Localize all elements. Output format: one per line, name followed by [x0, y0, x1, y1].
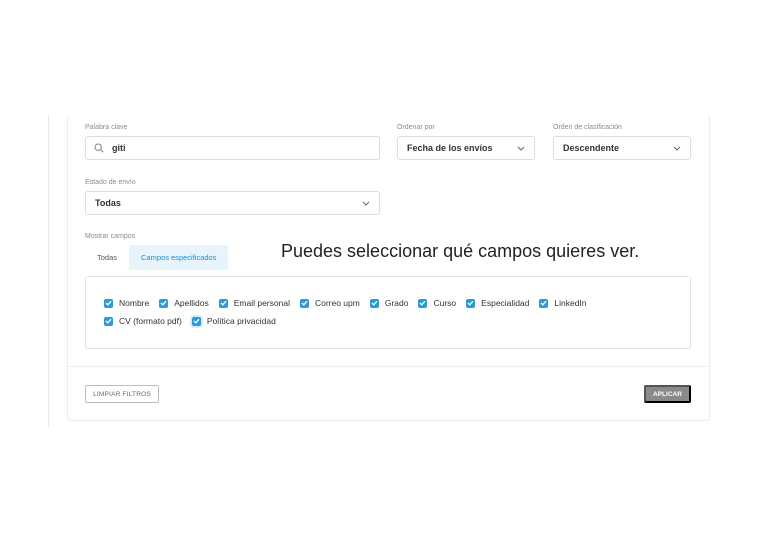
search-icon	[86, 143, 108, 153]
checkbox-nombre[interactable]: Nombre	[104, 298, 149, 308]
checkmark-icon	[191, 316, 201, 326]
clear-filters-button[interactable]: LIMPIAR FILTROS	[85, 385, 159, 403]
fields-checkbox-group: Nombre Apellidos Email personal Correo u…	[85, 276, 691, 349]
tab-specified-fields[interactable]: Campos especificados	[129, 245, 229, 270]
submission-state-select[interactable]: Todas	[85, 191, 380, 215]
checkbox-curso[interactable]: Curso	[418, 298, 456, 308]
checkbox-apellidos[interactable]: Apellidos	[159, 298, 209, 308]
tab-all[interactable]: Todas	[85, 245, 129, 270]
checkmark-icon	[299, 298, 309, 308]
checkbox-cv[interactable]: CV (formato pdf)	[104, 316, 182, 326]
checkbox-label: Correo upm	[314, 298, 360, 308]
checkmark-icon	[369, 298, 379, 308]
keyword-input[interactable]: giti	[85, 136, 380, 160]
order-by-value: Fecha de los envíos	[407, 143, 493, 153]
checkbox-email-personal[interactable]: Email personal	[218, 298, 290, 308]
checkmark-icon	[418, 298, 428, 308]
checkbox-label: Grado	[384, 298, 409, 308]
left-divider	[48, 116, 49, 427]
checkbox-politica-privacidad[interactable]: Política privacidad	[191, 316, 276, 326]
checkmark-icon	[104, 316, 113, 326]
checkbox-label: CV (formato pdf)	[119, 316, 182, 326]
checkbox-row-2: CV (formato pdf) Política privacidad	[104, 316, 286, 326]
checkbox-label: Política privacidad	[206, 316, 276, 326]
checkbox-correo-upm[interactable]: Correo upm	[299, 298, 360, 308]
order-by-select[interactable]: Fecha de los envíos	[397, 136, 535, 160]
submission-state-label: Estado de envío	[85, 179, 136, 186]
help-tooltip: Puedes seleccionar qué campos quieres ve…	[281, 241, 640, 261]
checkmark-icon	[218, 298, 228, 308]
chevron-down-icon	[508, 146, 534, 151]
chevron-down-icon	[664, 146, 690, 151]
checkmark-icon	[159, 298, 169, 308]
sort-order-label: Orden de clasificación	[553, 124, 622, 131]
keyword-value: giti	[112, 143, 126, 153]
checkbox-label: LinkedIn	[554, 298, 587, 308]
checkbox-label: Apellidos	[174, 298, 209, 308]
checkmark-icon	[539, 298, 549, 308]
apply-button[interactable]: APLICAR	[644, 385, 691, 403]
show-fields-tabs: Todas Campos especificados	[85, 245, 229, 270]
checkbox-label: Curso	[433, 298, 457, 308]
sort-order-select[interactable]: Descendente	[553, 136, 691, 160]
checkbox-especialidad[interactable]: Especialidad	[466, 298, 529, 308]
keyword-label: Palabra clave	[85, 124, 128, 131]
checkbox-label: Especialidad	[481, 298, 530, 308]
chevron-down-icon	[353, 201, 379, 206]
checkmark-icon	[104, 298, 113, 308]
checkbox-linkedin[interactable]: LinkedIn	[539, 298, 587, 308]
checkbox-label: Email personal	[233, 298, 290, 308]
order-by-label: Ordenar por	[397, 124, 435, 131]
checkmark-icon	[466, 298, 476, 308]
show-fields-label: Mostrar campos	[85, 233, 136, 240]
submission-state-value: Todas	[95, 198, 121, 208]
checkbox-label: Nombre	[119, 298, 150, 308]
checkbox-row-1: Nombre Apellidos Email personal Correo u…	[104, 298, 597, 308]
sort-order-value: Descendente	[563, 143, 620, 153]
actions-divider	[68, 366, 709, 367]
checkbox-grado[interactable]: Grado	[369, 298, 409, 308]
